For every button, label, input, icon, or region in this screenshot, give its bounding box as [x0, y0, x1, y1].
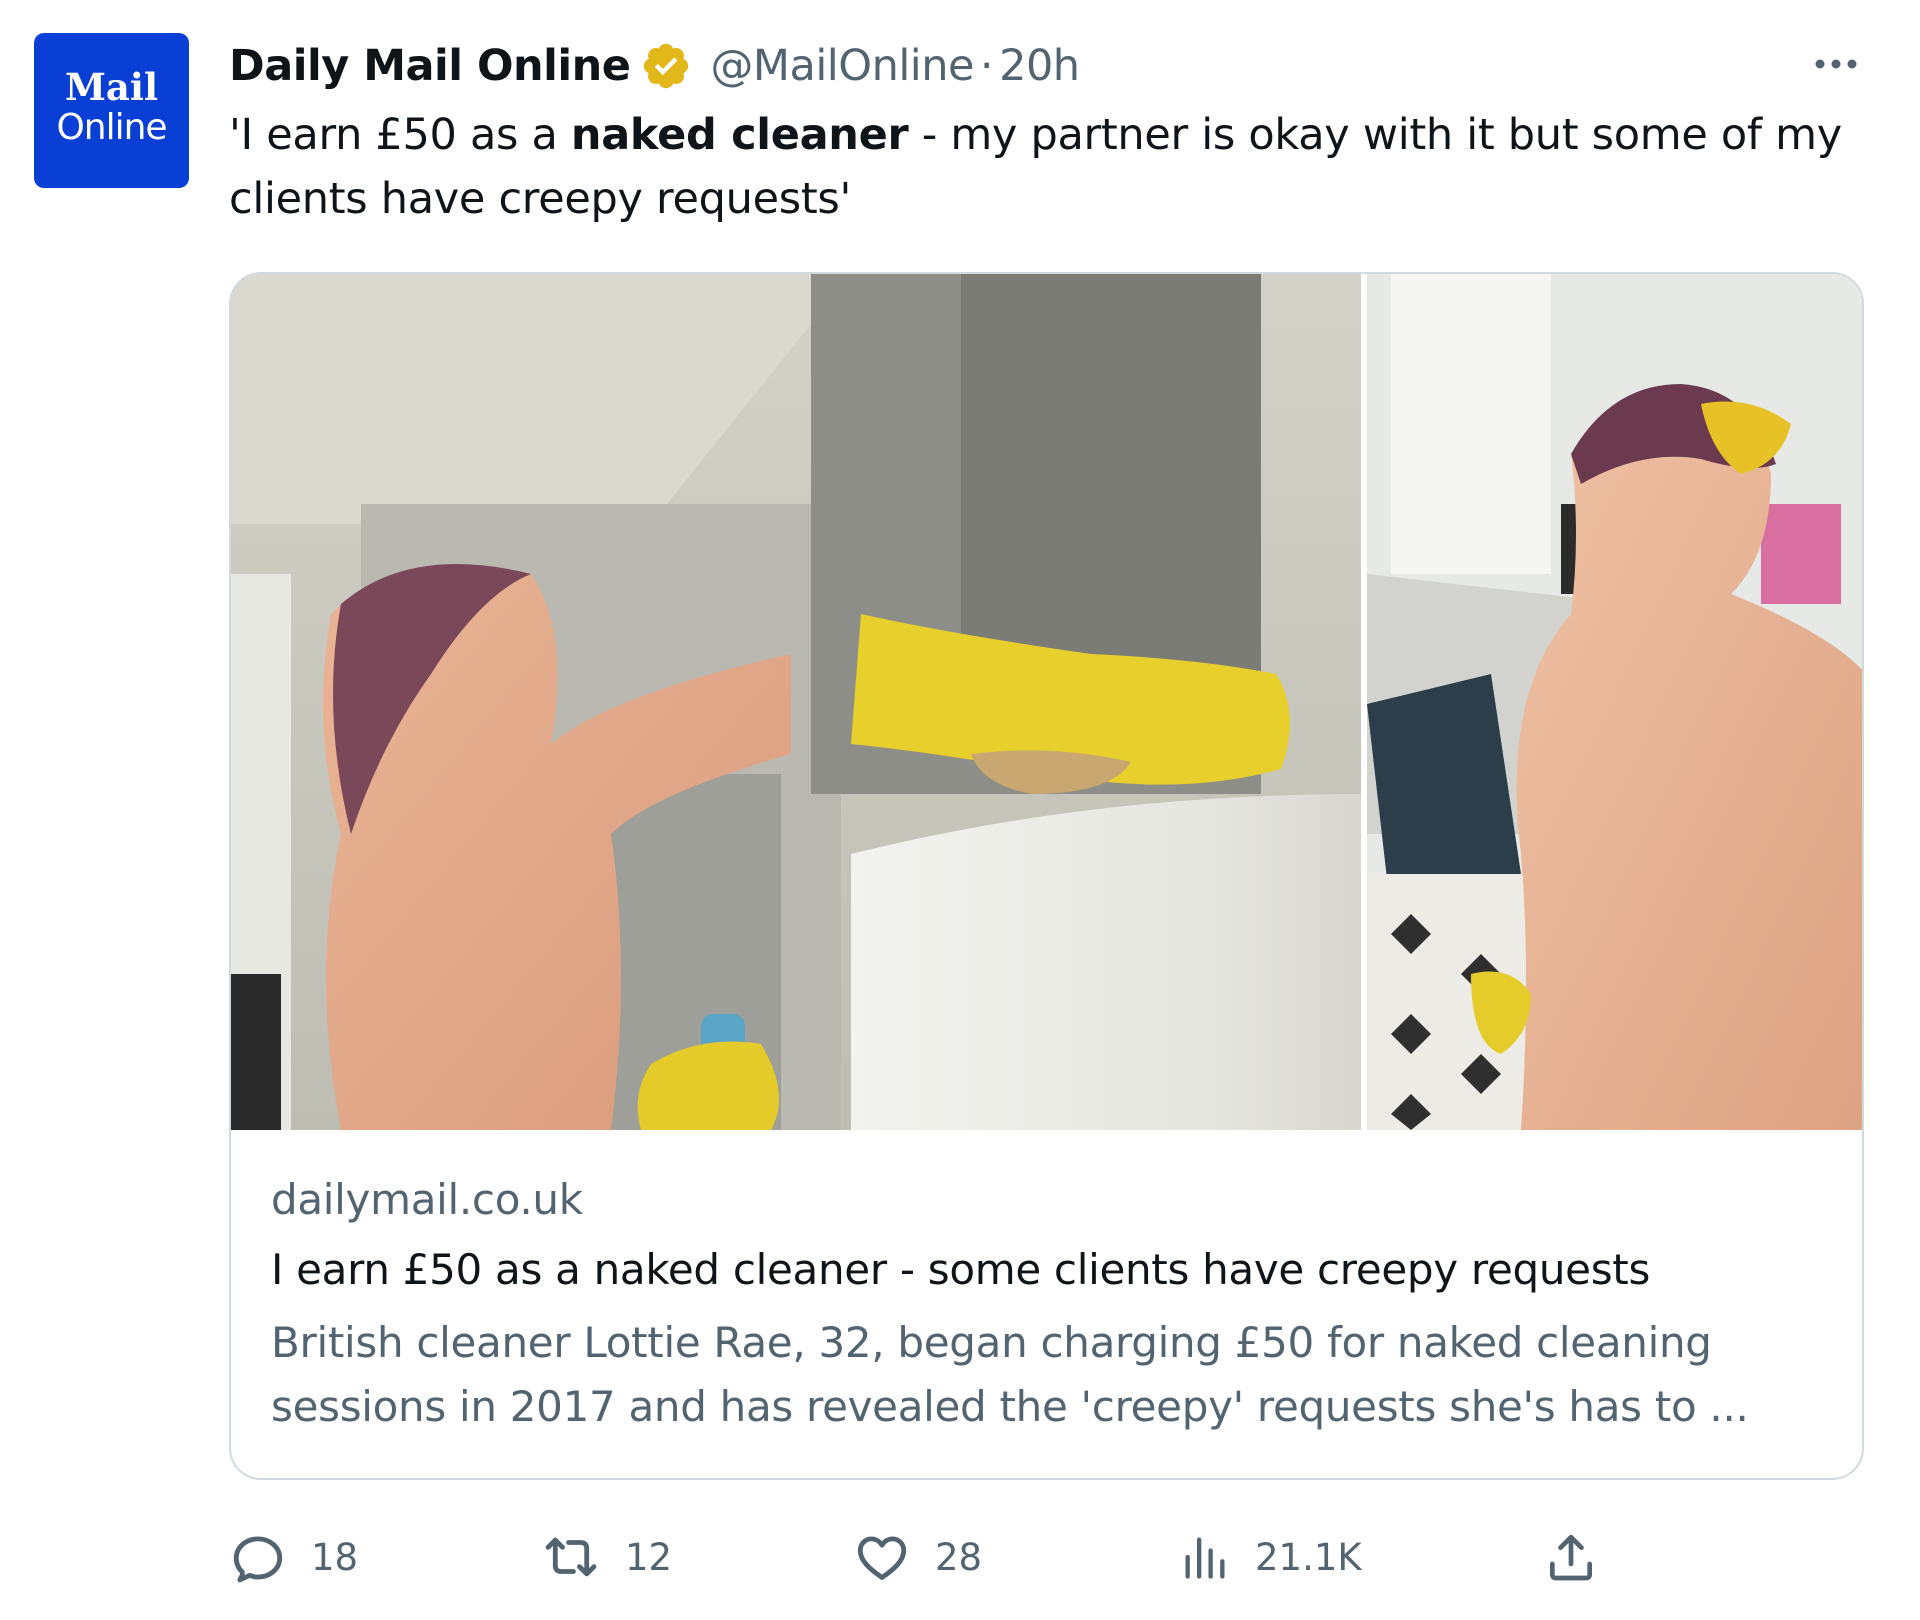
action-bar: 18 12 28 21.1K	[229, 1525, 1629, 1589]
avatar-logo-top: Mail	[64, 65, 159, 109]
share-icon	[1550, 1534, 1592, 1581]
card-meta[interactable]: dailymail.co.uk I earn £50 as a naked cl…	[271, 1169, 1831, 1439]
card-description: British cleaner Lottie Rae, 32, began ch…	[271, 1318, 1749, 1431]
reply-count: 18	[311, 1535, 359, 1579]
like-count: 28	[935, 1535, 983, 1579]
author-handle[interactable]: @MailOnline	[710, 41, 974, 91]
separator-dot: ·	[979, 41, 994, 91]
tweet[interactable]: Mail Online Daily Mail Online @MailOnlin…	[0, 0, 1920, 1620]
tweet-text: 'I earn £50 as a naked cleaner - my part…	[229, 103, 1889, 231]
avatar[interactable]: Mail Online	[34, 33, 189, 188]
card-image[interactable]	[231, 274, 1862, 1134]
link-card[interactable]: dailymail.co.uk I earn £50 as a naked cl…	[229, 272, 1864, 1480]
reply-icon	[233, 1536, 283, 1583]
tweet-timestamp[interactable]: 20h	[999, 41, 1080, 91]
analytics-icon	[1185, 1537, 1225, 1579]
tweet-header: Daily Mail Online @MailOnline · 20h	[229, 38, 1080, 94]
verified-badge-icon	[640, 40, 692, 92]
share-button[interactable]	[1543, 1525, 1599, 1589]
avatar-logo-bottom: Online	[56, 107, 167, 148]
retweet-count: 12	[625, 1535, 673, 1579]
retweet-button[interactable]: 12	[541, 1525, 672, 1589]
retweet-icon	[545, 1537, 597, 1577]
like-button[interactable]: 28	[853, 1525, 982, 1589]
views-count: 21.1K	[1255, 1535, 1362, 1579]
heart-icon	[857, 1536, 907, 1580]
views-button[interactable]: 21.1K	[1179, 1525, 1362, 1589]
card-title[interactable]: I earn £50 as a naked cleaner - some cli…	[271, 1239, 1831, 1301]
author-name[interactable]: Daily Mail Online	[229, 41, 631, 91]
tweet-text-bold: naked cleaner	[570, 110, 909, 160]
card-domain[interactable]: dailymail.co.uk	[271, 1169, 1831, 1231]
reply-button[interactable]: 18	[229, 1525, 358, 1589]
more-options-icon[interactable]	[1811, 50, 1861, 78]
tweet-text-part: 'I earn £50 as a	[229, 110, 571, 160]
